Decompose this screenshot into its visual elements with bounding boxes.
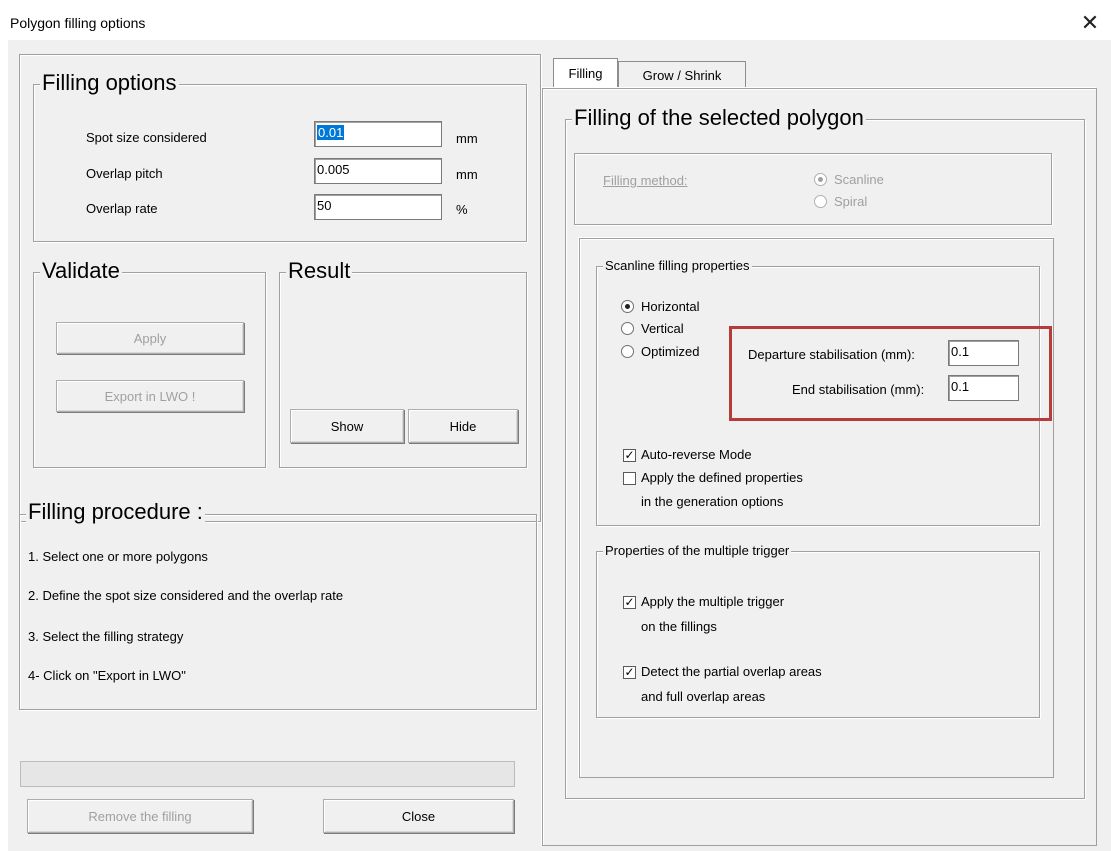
apply-button[interactable]: Apply [56, 322, 244, 354]
horizontal-label: Horizontal [641, 299, 700, 314]
remove-filling-button[interactable]: Remove the filling [27, 799, 253, 833]
export-lwo-button[interactable]: Export in LWO ! [56, 380, 244, 412]
overlap-pitch-unit: mm [456, 167, 478, 182]
stabilisation-highlight-box [729, 326, 1052, 421]
spot-size-input[interactable]: 0.01 [314, 121, 442, 147]
apply-multiple-trigger-checkbox[interactable]: ✓ [623, 596, 636, 609]
validate-title: Validate [40, 258, 122, 283]
apply-defined-properties-label-1: Apply the defined properties [641, 470, 803, 485]
procedure-step-1: 1. Select one or more polygons [28, 549, 208, 564]
horizontal-radio[interactable] [621, 300, 634, 313]
procedure-step-3: 3. Select the filling strategy [28, 629, 184, 644]
optimized-radio[interactable] [621, 345, 634, 358]
tab-filling[interactable]: Filling [553, 58, 618, 88]
apply-defined-properties-label-2: in the generation options [641, 494, 784, 509]
overlap-pitch-input[interactable]: 0.005 [314, 158, 442, 184]
procedure-step-4: 4- Click on "Export in LWO" [28, 668, 186, 683]
apply-defined-properties-checkbox[interactable] [623, 472, 636, 485]
scanline-method-radio[interactable] [814, 173, 827, 186]
validate-group: Validate [33, 260, 266, 468]
spot-size-unit: mm [456, 131, 478, 146]
apply-multiple-trigger-label-1: Apply the multiple trigger [641, 594, 785, 609]
detect-overlap-label-2: and full overlap areas [641, 689, 766, 704]
progress-bar [20, 761, 515, 787]
overlap-rate-input[interactable]: 50 [314, 194, 442, 220]
procedure-step-2: 2. Define the spot size considered and t… [28, 588, 344, 603]
multiple-trigger-title: Properties of the multiple trigger [603, 543, 792, 558]
show-button[interactable]: Show [290, 409, 404, 443]
detect-overlap-label-1: Detect the partial overlap areas [641, 664, 822, 679]
auto-reverse-label: Auto-reverse Mode [641, 447, 752, 462]
filling-options-group: Filling options [33, 72, 527, 242]
dialog-client-area: Filling options Spot size considered 0.0… [8, 40, 1111, 851]
spiral-method-label: Spiral [834, 194, 868, 209]
title-bar: Polygon filling options ✕ [0, 0, 1111, 40]
tab-grow-shrink[interactable]: Grow / Shrink [618, 61, 746, 88]
filling-method-box [574, 153, 1052, 225]
close-window-icon[interactable]: ✕ [1075, 8, 1105, 38]
result-title: Result [286, 258, 353, 283]
vertical-label: Vertical [641, 321, 684, 336]
window-title: Polygon filling options [10, 15, 146, 31]
apply-multiple-trigger-label-2: on the fillings [641, 619, 717, 634]
auto-reverse-checkbox[interactable]: ✓ [623, 449, 636, 462]
optimized-label: Optimized [641, 344, 700, 359]
filling-method-label: Filling method: [603, 173, 688, 188]
overlap-pitch-label: Overlap pitch [86, 166, 163, 181]
filling-options-title: Filling options [40, 70, 179, 95]
overlap-rate-unit: % [456, 202, 468, 217]
filling-procedure-title: Filling procedure : [26, 499, 205, 524]
close-button[interactable]: Close [323, 799, 514, 833]
detect-overlap-checkbox[interactable]: ✓ [623, 666, 636, 679]
hide-button[interactable]: Hide [408, 409, 518, 443]
overlap-rate-label: Overlap rate [86, 201, 158, 216]
spot-size-label: Spot size considered [86, 130, 207, 145]
scanline-properties-title: Scanline filling properties [603, 258, 752, 273]
filling-selected-polygon-title: Filling of the selected polygon [572, 105, 866, 130]
spiral-method-radio[interactable] [814, 195, 827, 208]
scanline-method-label: Scanline [834, 172, 884, 187]
vertical-radio[interactable] [621, 322, 634, 335]
